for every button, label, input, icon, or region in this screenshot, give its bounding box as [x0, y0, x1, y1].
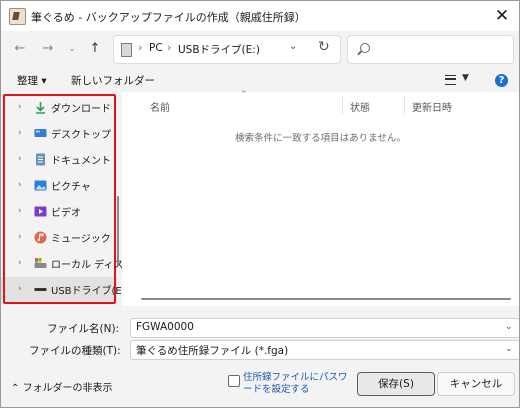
title-bar: 筆ぐるめ - バックアップファイルの作成（親戚住所録） ✕: [1, 1, 519, 31]
filename-input[interactable]: FGWA0000 ⌄: [130, 318, 519, 338]
nav-item-label: ビデオ: [51, 208, 81, 219]
search-input[interactable]: [347, 35, 514, 64]
window-title: 筆ぐるめ - バックアップファイルの作成（親戚住所録）: [31, 11, 306, 24]
organize-button[interactable]: 整理 ▾: [17, 73, 47, 88]
expand-chevron-icon[interactable]: ›: [18, 206, 22, 216]
search-icon: [360, 43, 370, 53]
music-icon: [34, 231, 47, 244]
expand-chevron-icon[interactable]: ›: [18, 128, 22, 138]
forward-arrow-icon[interactable]: →: [39, 40, 57, 58]
filetype-label: ファイルの種類(T):: [29, 345, 121, 357]
sort-ascending-icon: ⌃: [240, 90, 248, 100]
new-folder-button[interactable]: 新しいフォルダー: [71, 73, 155, 88]
nav-item-label: デスクトップ: [51, 130, 111, 141]
desktop-icon: [34, 129, 47, 137]
expand-chevron-icon[interactable]: ›: [18, 232, 22, 242]
nav-item-label: ミュージック: [51, 234, 111, 245]
view-dropdown-chevron-icon[interactable]: ▼: [462, 73, 469, 83]
expand-chevron-icon[interactable]: ›: [18, 180, 22, 190]
save-button[interactable]: 保存(S): [357, 372, 435, 396]
save-dialog: 筆ぐるめ - バックアップファイルの作成（親戚住所録） ✕ ← → ⌄ ↑ › …: [0, 0, 520, 408]
refresh-icon[interactable]: ↻: [318, 39, 330, 55]
pictures-icon: [34, 180, 47, 191]
column-header-status[interactable]: 状態: [350, 99, 370, 114]
filetype-dropdown-chevron-icon[interactable]: ⌄: [505, 344, 513, 354]
cancel-button[interactable]: キャンセル: [437, 372, 515, 396]
download-icon: [36, 102, 45, 114]
address-bar[interactable]: › PC › USBドライブ(E:) ⌄ ↻: [113, 35, 341, 64]
navigation-pane: › ダウンロード › デスクトップ › ドキュメント › ピクチャ › ビデオ …: [1, 92, 133, 306]
expand-chevron-icon[interactable]: ›: [18, 154, 22, 164]
nav-item-label: USBドライブ(E:): [51, 286, 130, 297]
usb-drive-icon: [34, 288, 47, 291]
breadcrumb-usb-drive[interactable]: USBドライブ(E:): [178, 42, 260, 57]
column-divider[interactable]: [342, 96, 343, 114]
command-bar: 整理 ▾ 新しいフォルダー ▼ ?: [1, 69, 519, 91]
nav-item-documents[interactable]: › ドキュメント: [1, 147, 117, 173]
video-icon: [34, 206, 47, 217]
nav-item-music[interactable]: › ミュージック: [1, 225, 117, 251]
document-icon: [36, 153, 45, 166]
up-arrow-icon[interactable]: ↑: [86, 40, 104, 58]
dialog-footer: ⌃ フォルダーの非表示 住所録ファイルにパスワードを設定する 保存(S) キャン…: [1, 363, 519, 407]
app-brush-icon: [9, 8, 26, 25]
navigation-scrollbar[interactable]: [117, 196, 119, 266]
back-arrow-icon[interactable]: ←: [11, 40, 29, 58]
view-options-icon[interactable]: [445, 75, 456, 85]
hide-folders-toggle[interactable]: ⌃ フォルダーの非表示: [11, 379, 113, 394]
nav-item-pictures[interactable]: › ピクチャ: [1, 173, 117, 199]
breadcrumb-separator: ›: [167, 41, 172, 54]
expand-chevron-icon[interactable]: ›: [18, 284, 22, 294]
nav-item-desktop[interactable]: › デスクトップ: [1, 121, 117, 147]
filetype-value: 筆ぐるめ住所録ファイル (*.fga): [136, 345, 289, 357]
filename-history-chevron-icon[interactable]: ⌄: [505, 322, 513, 332]
local-disk-icon: [34, 258, 47, 268]
nav-item-label: ピクチャ: [51, 182, 91, 193]
help-icon[interactable]: ?: [495, 74, 508, 87]
hide-folders-label: フォルダーの非表示: [22, 383, 113, 394]
empty-results-message: 検索条件に一致する項目はありません。: [235, 133, 406, 144]
breadcrumb-pc[interactable]: PC: [149, 42, 163, 54]
filetype-select[interactable]: 筆ぐるめ住所録ファイル (*.fga) ⌄: [130, 340, 519, 360]
chevron-up-icon: ⌃: [11, 383, 23, 394]
expand-chevron-icon[interactable]: ›: [18, 258, 22, 268]
nav-item-label: ドキュメント: [51, 156, 111, 167]
close-icon[interactable]: ✕: [489, 3, 515, 29]
nav-item-usb-drive[interactable]: › USBドライブ(E:): [1, 277, 129, 303]
file-list: ⌃ 名前 状態 更新日時 検索条件に一致する項目はありません。: [122, 90, 519, 306]
column-header-modified[interactable]: 更新日時: [412, 99, 452, 114]
password-checkbox[interactable]: [228, 375, 240, 387]
breadcrumb-separator: ›: [138, 41, 143, 54]
address-history-chevron-icon[interactable]: ⌄: [289, 41, 297, 52]
drive-icon: [121, 43, 132, 57]
filename-label: ファイル名(N):: [47, 323, 120, 335]
recent-locations-chevron-icon[interactable]: ⌄: [63, 40, 81, 58]
column-divider[interactable]: [404, 96, 405, 114]
nav-item-label: ダウンロード: [51, 104, 111, 115]
expand-chevron-icon[interactable]: ›: [18, 102, 22, 112]
nav-item-videos[interactable]: › ビデオ: [1, 199, 117, 225]
filename-value: FGWA0000: [136, 321, 194, 333]
nav-item-downloads[interactable]: › ダウンロード: [1, 95, 117, 121]
horizontal-scrollbar[interactable]: [141, 298, 511, 300]
nav-item-local-disk[interactable]: › ローカル ディスク: [1, 251, 133, 277]
column-header-name[interactable]: 名前: [150, 99, 170, 114]
password-checkbox-label[interactable]: 住所録ファイルにパスワードを設定する: [243, 372, 353, 396]
